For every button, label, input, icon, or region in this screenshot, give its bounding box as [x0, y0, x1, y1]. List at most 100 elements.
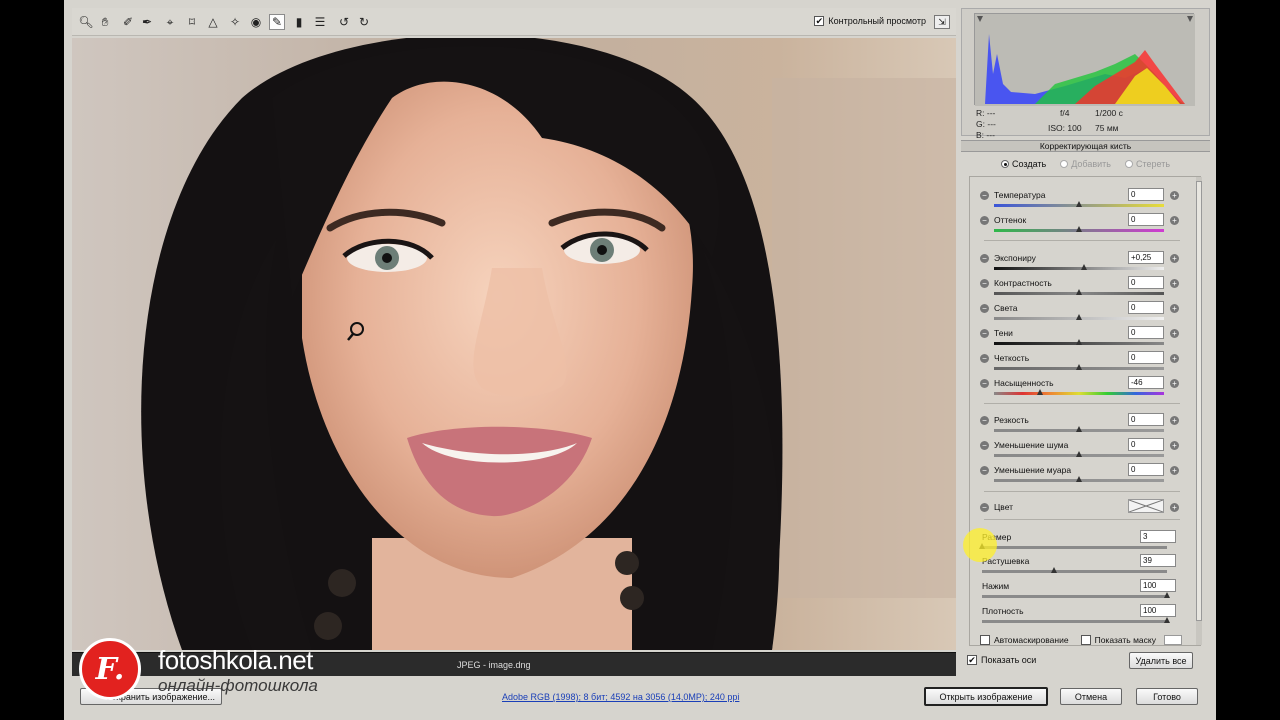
- mode-add[interactable]: Добавить: [1060, 159, 1111, 169]
- red-eye-icon[interactable]: ◉: [248, 14, 264, 30]
- adjustment-slider-knob[interactable]: [1076, 339, 1082, 345]
- automask-checkbox[interactable]: [980, 635, 990, 645]
- panel-scrollbar[interactable]: [1196, 177, 1202, 645]
- increase-icon[interactable]: +: [1170, 441, 1179, 450]
- adjustment-slider-knob[interactable]: [1076, 476, 1082, 482]
- adjustment-value-field[interactable]: -46: [1128, 376, 1164, 389]
- workflow-options-link[interactable]: Adobe RGB (1998); 8 бит; 4592 на 3056 (1…: [502, 692, 739, 702]
- done-button[interactable]: Готово: [1136, 688, 1198, 705]
- fullscreen-icon[interactable]: ⇲: [934, 15, 950, 29]
- preview-checkbox[interactable]: ✔: [814, 16, 825, 26]
- decrease-icon[interactable]: −: [980, 379, 989, 388]
- adjustment-slider-knob[interactable]: [1036, 389, 1043, 395]
- adjustment-slider-knob[interactable]: [1076, 426, 1082, 432]
- adjustment-slider-track[interactable]: [994, 392, 1164, 395]
- decrease-icon[interactable]: −: [980, 354, 989, 363]
- scrollbar-thumb[interactable]: [1196, 181, 1202, 621]
- adjustment-label: Уменьшение шума: [994, 440, 1069, 450]
- increase-icon[interactable]: +: [1170, 254, 1179, 263]
- color-minus-icon[interactable]: −: [980, 503, 989, 512]
- brush-slider-knob[interactable]: [1051, 567, 1058, 573]
- mode-erase[interactable]: Стереть: [1124, 159, 1170, 169]
- automask-option[interactable]: Автомаскирование Показать маску: [980, 635, 1182, 645]
- crop-icon[interactable]: ⌑: [184, 14, 200, 30]
- brush-slider-track[interactable]: [982, 570, 1167, 573]
- increase-icon[interactable]: +: [1170, 191, 1179, 200]
- increase-icon[interactable]: +: [1170, 304, 1179, 313]
- color-swatch[interactable]: [1128, 499, 1164, 513]
- brush-setting-value-field[interactable]: 39: [1140, 554, 1176, 567]
- adjustment-slider-knob[interactable]: [1076, 364, 1082, 370]
- increase-icon[interactable]: +: [1170, 354, 1179, 363]
- decrease-icon[interactable]: −: [980, 191, 989, 200]
- color-plus-icon[interactable]: +: [1170, 503, 1179, 512]
- show-mask-label: Показать маску: [1094, 635, 1156, 645]
- mode-create[interactable]: Создать: [1001, 159, 1046, 169]
- decrease-icon[interactable]: −: [980, 416, 989, 425]
- decrease-icon[interactable]: −: [980, 441, 989, 450]
- cancel-button[interactable]: Отмена: [1060, 688, 1122, 705]
- decrease-icon[interactable]: −: [980, 254, 989, 263]
- decrease-icon[interactable]: −: [980, 466, 989, 475]
- adjustment-slider-knob[interactable]: [1076, 289, 1082, 295]
- straighten-icon[interactable]: △: [205, 14, 221, 30]
- preview-toggle[interactable]: ✔ Контрольный просмотр: [814, 16, 926, 26]
- zoom-icon[interactable]: 🔍︎: [78, 14, 94, 30]
- preferences-icon[interactable]: ☰: [312, 14, 328, 30]
- rotate-right-icon[interactable]: ↻: [356, 14, 372, 30]
- show-pins-checkbox[interactable]: ✔: [967, 655, 977, 665]
- adjustment-value-field[interactable]: 0: [1128, 188, 1164, 201]
- hand-icon[interactable]: ✋︎: [97, 14, 113, 30]
- spot-removal-icon[interactable]: ✧: [227, 14, 243, 30]
- adjustment-value-field[interactable]: 0: [1128, 351, 1164, 364]
- brush-slider-knob[interactable]: [1164, 617, 1170, 623]
- color-sampler-icon[interactable]: ✒: [139, 14, 155, 30]
- brush-setting-label: Нажим: [982, 581, 1010, 591]
- automask-label: Автомаскирование: [994, 635, 1069, 645]
- show-pins-option[interactable]: ✔ Показать оси: [967, 655, 1036, 665]
- decrease-icon[interactable]: −: [980, 279, 989, 288]
- adjustment-slider-knob[interactable]: [1076, 201, 1082, 207]
- adjustment-slider-track[interactable]: [994, 267, 1164, 270]
- target-adjust-icon[interactable]: ⌖: [162, 14, 178, 30]
- adjustment-value-field[interactable]: 0: [1128, 276, 1164, 289]
- adjustment-value-field[interactable]: +0,25: [1128, 251, 1164, 264]
- brush-slider-knob[interactable]: [1164, 592, 1170, 598]
- show-mask-checkbox[interactable]: [1080, 635, 1091, 645]
- rotate-left-icon[interactable]: ↺: [336, 14, 352, 30]
- adjustment-value-field[interactable]: 0: [1128, 438, 1164, 451]
- brush-setting-value-field[interactable]: 3: [1140, 530, 1176, 543]
- adjustment-value-field[interactable]: 0: [1128, 326, 1164, 339]
- white-balance-icon[interactable]: ✐: [120, 14, 136, 30]
- adjustment-slider-knob[interactable]: [1081, 264, 1088, 270]
- adjustment-row: − Оттенок 0 +: [970, 213, 1194, 240]
- adjustment-value-field[interactable]: 0: [1128, 463, 1164, 476]
- decrease-icon[interactable]: −: [980, 216, 989, 225]
- increase-icon[interactable]: +: [1170, 416, 1179, 425]
- adjustment-brush-icon[interactable]: ✎: [269, 14, 285, 30]
- adjustment-row: − Экспониру +0,25 +: [970, 251, 1194, 278]
- brush-setting-value-field[interactable]: 100: [1140, 604, 1176, 617]
- adjustment-value-field[interactable]: 0: [1128, 413, 1164, 426]
- clear-all-button[interactable]: Удалить все: [1129, 652, 1193, 669]
- brush-setting-value-field[interactable]: 100: [1140, 579, 1176, 592]
- decrease-icon[interactable]: −: [980, 304, 989, 313]
- increase-icon[interactable]: +: [1170, 279, 1179, 288]
- adjustment-slider-knob[interactable]: [1076, 451, 1082, 457]
- adjustment-slider-knob[interactable]: [1076, 226, 1082, 232]
- mask-color-swatch[interactable]: [1163, 635, 1182, 645]
- increase-icon[interactable]: +: [1170, 329, 1179, 338]
- increase-icon[interactable]: +: [1170, 466, 1179, 475]
- open-image-button[interactable]: Открыть изображение: [924, 687, 1048, 706]
- image-preview[interactable]: [72, 38, 956, 650]
- increase-icon[interactable]: +: [1170, 379, 1179, 388]
- brush-slider-track[interactable]: [982, 546, 1167, 549]
- decrease-icon[interactable]: −: [980, 329, 989, 338]
- adjustment-value-field[interactable]: 0: [1128, 213, 1164, 226]
- brush-slider-track[interactable]: [982, 595, 1167, 598]
- adjustment-value-field[interactable]: 0: [1128, 301, 1164, 314]
- graduated-filter-icon[interactable]: ▮: [291, 14, 307, 30]
- brush-slider-track[interactable]: [982, 620, 1167, 623]
- increase-icon[interactable]: +: [1170, 216, 1179, 225]
- adjustment-slider-knob[interactable]: [1076, 314, 1082, 320]
